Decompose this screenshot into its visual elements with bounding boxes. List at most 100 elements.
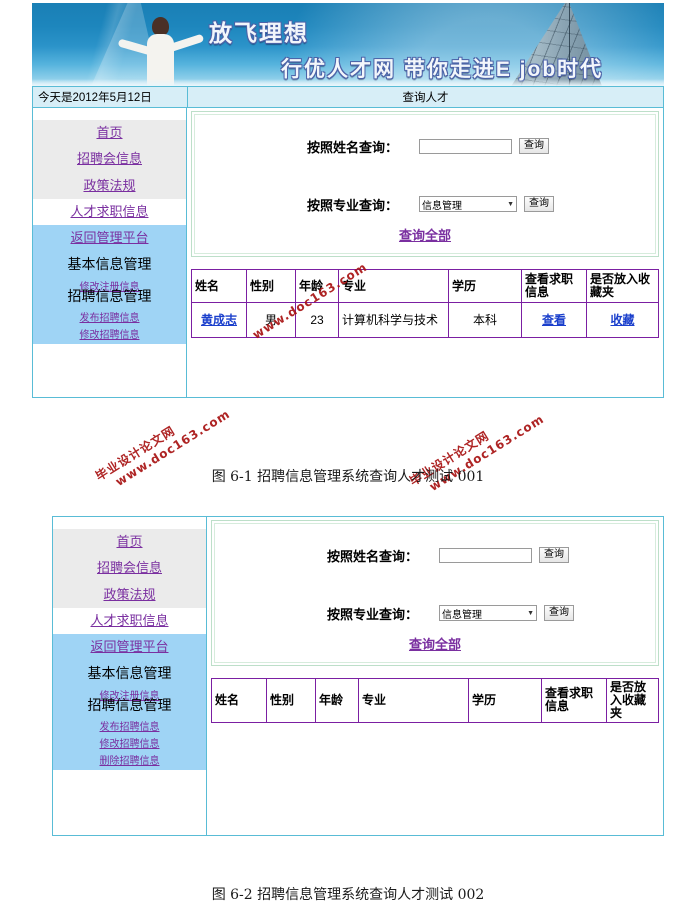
site-banner: 放飞理想 行优人才网 带你走进E job时代: [32, 3, 664, 86]
sidebar-item-publish-recruit[interactable]: 发布招聘信息: [33, 310, 186, 327]
sidebar-item-talent-info[interactable]: 人才求职信息: [53, 608, 206, 634]
sidebar-item-policy[interactable]: 政策法规: [53, 582, 206, 608]
column-header-major: 专业: [358, 678, 469, 723]
sidebar-group-admin: 返回管理平台 基本信息管理 修改注册信息 招聘信息管理 发布招聘信息 修改招聘信…: [33, 225, 186, 345]
query-panel: 按照姓名查询： 查询 按照专业查询： 信息管理 ▼ 查询 查询全部: [191, 111, 659, 257]
figure-caption-2: 图 6-2 招聘信息管理系统查询人才测试 002: [211, 887, 485, 903]
sidebar-navigation: 首页 招聘会信息 政策法规 人才求职信息 返回管理平台 基本信息管理 修改注册信…: [52, 516, 207, 836]
sidebar-item-talent-info[interactable]: 人才求职信息: [33, 199, 186, 225]
sidebar-item-back-to-admin[interactable]: 返回管理平台: [33, 225, 186, 251]
current-date-label: 今天是2012年5月12日: [32, 86, 187, 108]
sidebar-item-label: 人才求职信息: [90, 612, 169, 628]
query-by-name-row: 按照姓名查询： 查询: [327, 540, 655, 570]
sidebar-item-label: 返回管理平台: [90, 639, 169, 655]
query-form: 按照姓名查询： 查询 按照专业查询： 信息管理 ▼ 查询 查询全部: [215, 524, 655, 662]
document-page: 放飞理想 行优人才网 带你走进E job时代 今天是2012年5月12日 查询人…: [0, 0, 696, 918]
column-header-degree: 学历: [468, 678, 542, 723]
query-by-major-label: 按照专业查询：: [327, 606, 419, 622]
cell-gender: 男: [246, 302, 296, 338]
query-by-major-row: 按照专业查询： 信息管理 ▼ 查询: [327, 598, 655, 628]
sidebar-item-jobfair[interactable]: 招聘会信息: [33, 146, 186, 172]
figure-caption-1: 图 6-1 招聘信息管理系统查询人才测试 001: [211, 469, 485, 485]
screenshot-figure-2: 首页 招聘会信息 政策法规 人才求职信息 返回管理平台 基本信息管理 修改注册信…: [52, 516, 664, 836]
sidebar-item-publish-recruit[interactable]: 发布招聘信息: [53, 719, 206, 736]
view-resume-link: 查看: [541, 312, 566, 327]
sidebar-item-policy[interactable]: 政策法规: [33, 173, 186, 199]
major-search-button[interactable]: 查询: [544, 605, 574, 621]
sidebar-group-talent: 人才求职信息: [53, 608, 206, 634]
name-search-button[interactable]: 查询: [539, 547, 569, 563]
query-by-name-row: 按照姓名查询： 查询: [307, 131, 655, 161]
sidebar-item-label: 修改招聘信息: [99, 739, 160, 751]
sidebar-item-label: 首页: [96, 125, 123, 140]
major-select[interactable]: 信息管理 ▼: [419, 196, 517, 212]
cell-major: 计算机科学与技术: [338, 302, 449, 338]
screenshot-figure-1: 放飞理想 行优人才网 带你走进E job时代 今天是2012年5月12日 查询人…: [32, 3, 664, 418]
banner-person-image: [116, 17, 205, 86]
major-search-button[interactable]: 查询: [524, 196, 554, 212]
sidebar-item-label: 政策法规: [83, 177, 136, 193]
sidebar-group-admin: 返回管理平台 基本信息管理 修改注册信息 招聘信息管理 发布招聘信息 修改招聘信…: [53, 634, 206, 771]
sidebar-item-label: 人才求职信息: [70, 203, 149, 219]
sidebar-item-label: 返回管理平台: [70, 230, 149, 246]
sidebar-group-talent: 人才求职信息: [33, 199, 186, 225]
query-all-row: 查询全部: [215, 634, 655, 654]
applicant-name-link: 黄成志: [200, 312, 237, 327]
table-row: 黄成志 男 23 计算机科学与技术 本科 查看 收藏: [191, 302, 659, 338]
name-input[interactable]: [439, 547, 532, 563]
major-select-value: 信息管理: [422, 200, 462, 212]
top-status-bar: 今天是2012年5月12日 查询人才: [32, 86, 664, 108]
sidebar-item-edit-recruit[interactable]: 修改招聘信息: [53, 736, 206, 753]
page-title: 查询人才: [187, 86, 664, 108]
sidebar-item-home[interactable]: 首页: [33, 120, 186, 146]
sidebar-heading-basic-info: 基本信息管理: [67, 256, 152, 273]
name-search-button[interactable]: 查询: [519, 138, 549, 154]
sidebar-item-home[interactable]: 首页: [53, 529, 206, 555]
column-header-degree: 学历: [448, 269, 522, 303]
column-header-favorite: 是否放入收藏夹: [606, 678, 659, 723]
sidebar-item-label: 首页: [116, 534, 143, 549]
sidebar-item-edit-recruit[interactable]: 修改招聘信息: [33, 327, 186, 344]
column-header-favorite: 是否放入收藏夹: [586, 269, 659, 303]
sidebar-item-label: 发布招聘信息: [79, 313, 140, 325]
name-input[interactable]: [419, 138, 512, 154]
query-form: 按照姓名查询： 查询 按照专业查询： 信息管理 ▼ 查询 查询全部: [195, 115, 655, 253]
major-select[interactable]: 信息管理 ▼: [439, 605, 537, 621]
query-all-link[interactable]: 查询全部: [399, 228, 451, 243]
cell-degree: 本科: [448, 302, 522, 338]
column-header-name: 姓名: [191, 269, 247, 303]
sidebar-item-label: 删除招聘信息: [99, 756, 160, 768]
cell-favorite[interactable]: 收藏: [586, 302, 659, 338]
column-header-age: 年龄: [295, 269, 339, 303]
sidebar-item-label: 政策法规: [103, 586, 156, 602]
query-panel: 按照姓名查询： 查询 按照专业查询： 信息管理 ▼ 查询 查询全部: [211, 520, 659, 666]
column-header-view-resume: 查看求职信息: [541, 678, 607, 723]
query-by-name-label: 按照姓名查询：: [307, 139, 399, 155]
query-by-major-row: 按照专业查询： 信息管理 ▼ 查询: [307, 189, 655, 219]
sidebar-item-back-to-admin[interactable]: 返回管理平台: [53, 634, 206, 660]
sidebar-heading-basic-info: 基本信息管理: [87, 665, 172, 682]
cell-view-resume[interactable]: 查看: [521, 302, 587, 338]
sidebar-item-label: 招聘会信息: [96, 560, 162, 576]
query-all-row: 查询全部: [195, 225, 655, 245]
major-select-value: 信息管理: [442, 609, 482, 621]
results-table: 姓名 性别 年龄 专业 学历 查看求职信息 是否放入收藏夹: [211, 678, 659, 723]
table-header-row: 姓名 性别 年龄 专业 学历 查看求职信息 是否放入收藏夹: [211, 678, 659, 723]
sidebar-group-public: 首页 招聘会信息 政策法规: [33, 120, 186, 199]
cell-name[interactable]: 黄成志: [191, 302, 247, 338]
main-content-area: 按照姓名查询： 查询 按照专业查询： 信息管理 ▼ 查询 查询全部 姓名 性别 …: [187, 108, 664, 398]
results-table: 姓名 性别 年龄 专业 学历 查看求职信息 是否放入收藏夹 黄成志 男 23 计…: [191, 269, 659, 338]
add-favorite-link: 收藏: [610, 312, 635, 327]
sidebar-navigation: 首页 招聘会信息 政策法规 人才求职信息 返回管理平台 基本信息管理 修改注册信…: [32, 108, 187, 398]
sidebar-item-label: 招聘会信息: [76, 151, 142, 167]
chevron-down-icon: ▼: [527, 609, 534, 617]
column-header-gender: 性别: [266, 678, 316, 723]
query-all-link[interactable]: 查询全部: [409, 637, 461, 652]
column-header-age: 年龄: [315, 678, 359, 723]
main-content-area: 按照姓名查询： 查询 按照专业查询： 信息管理 ▼ 查询 查询全部 姓名 性别 …: [207, 516, 664, 836]
sidebar-group-public: 首页 招聘会信息 政策法规: [53, 529, 206, 608]
chevron-down-icon: ▼: [507, 200, 514, 208]
sidebar-item-jobfair[interactable]: 招聘会信息: [53, 555, 206, 581]
sidebar-item-delete-recruit[interactable]: 删除招聘信息: [53, 753, 206, 770]
sidebar-item-label: 修改招聘信息: [79, 330, 140, 342]
